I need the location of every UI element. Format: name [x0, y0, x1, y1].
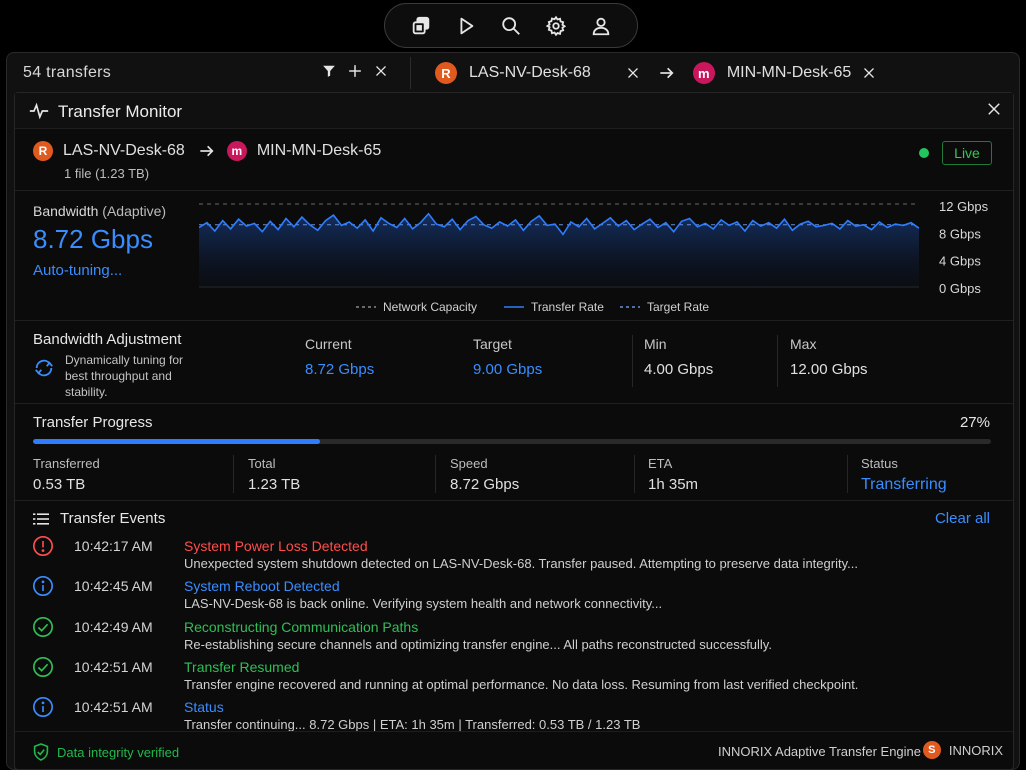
check-icon: [32, 656, 54, 678]
add-icon[interactable]: [347, 63, 363, 79]
search-icon[interactable]: [497, 12, 525, 40]
event-name: Status: [184, 699, 224, 716]
event-name: Reconstructing Communication Paths: [184, 618, 419, 635]
brand-name: INNORIX: [948, 742, 1003, 758]
pulse-icon: [29, 102, 49, 125]
divider: [410, 57, 411, 89]
event-time: 10:42:49 AM: [74, 618, 153, 635]
event-row: 10:42:17 AM System Power Loss Detected Une…: [15, 535, 1013, 575]
metric-min: Min 4.00 Gbps: [644, 336, 714, 378]
event-name: System Reboot Detected: [184, 578, 340, 595]
auto-tune-icon: [33, 357, 55, 384]
source-avatar: R: [435, 62, 457, 84]
shield-check-icon: [33, 743, 49, 761]
adjustment-description: Dynamically tuning for best throughput a…: [65, 353, 184, 399]
dest-avatar: m: [692, 62, 715, 84]
bandwidth-chart: 12 Gbps 8 Gbps 4 Gbps 0 Gbps Network Capacit…: [199, 201, 989, 314]
event-description: Unexpected system shutdown detected on L…: [184, 556, 858, 571]
progress-title: Transfer Progress: [33, 414, 153, 431]
copy-icon[interactable]: [407, 12, 435, 40]
legend-label: Network Capacity: [383, 300, 477, 314]
legend-label: Transfer Rate: [531, 300, 604, 314]
event-row: 10:42:45 AM System Reboot Detected LAS-NV-…: [15, 575, 1013, 615]
error-icon: [32, 535, 54, 557]
adjustment-title: Bandwidth Adjustment: [33, 331, 182, 348]
info-icon: [32, 696, 54, 718]
source-avatar: R: [33, 141, 53, 161]
list-icon: [33, 512, 49, 531]
y-tick-label: 0 Gbps: [939, 281, 981, 296]
dest-avatar: m: [226, 141, 247, 161]
bandwidth-label: Bandwidth (Adaptive): [33, 203, 167, 219]
user-icon[interactable]: [587, 12, 615, 40]
stat-total: Total 1.23 TB: [248, 456, 301, 493]
source-name: LAS-NV-Desk-68: [63, 142, 185, 159]
stat-transferred: Transferred 0.53 TB: [33, 456, 100, 493]
close-icon[interactable]: [373, 63, 389, 79]
info-icon: [32, 575, 54, 597]
source-name: LAS-NV-Desk-68: [469, 64, 591, 81]
event-time: 10:42:51 AM: [74, 699, 153, 716]
y-tick-label: 12 Gbps: [939, 201, 989, 214]
stat-eta: ETA 1h 35m: [648, 456, 699, 493]
stat-speed: Speed 8.72 Gbps: [450, 456, 520, 493]
monitor-header: Transfer Monitor: [15, 93, 1013, 129]
event-description: LAS-NV-Desk-68 is back online. Verifying…: [184, 596, 663, 612]
file-info: 1 file (1.23 TB): [64, 166, 150, 181]
close-monitor-icon[interactable]: [987, 102, 1001, 121]
live-badge[interactable]: Live: [942, 141, 992, 165]
event-time: 10:42:45 AM: [74, 578, 153, 595]
integrity-status: Data integrity verified: [33, 743, 179, 761]
event-name: Transfer Resumed: [184, 658, 300, 675]
brand-logo: S: [922, 741, 941, 759]
metric-max: Max 12.00 Gbps: [790, 336, 868, 378]
metric-current: Current 8.72 Gbps: [305, 336, 375, 378]
arrow-right-icon: [199, 144, 215, 158]
monitor-title: Transfer Monitor: [58, 102, 183, 121]
dest-name: MIN-MN-Desk-65: [726, 64, 852, 81]
event-description: Transfer engine recovered and running at…: [184, 676, 859, 692]
metric-target: Target 9.00 Gbps: [473, 336, 543, 378]
top-toolbar: [384, 3, 638, 48]
progress-percent: 27%: [959, 414, 990, 431]
transfer-route-tab[interactable]: R LAS-NV-Desk-68 m MIN-MN-Desk-65: [435, 61, 875, 85]
play-icon[interactable]: [452, 12, 480, 40]
legend-label: Target Rate: [647, 300, 709, 314]
engine-name: INNORIX Adaptive Transfer Engine: [717, 744, 921, 759]
progress-bar: [33, 439, 991, 444]
event-name: System Power Loss Detected: [184, 538, 368, 554]
auto-tuning-status: Auto-tuning...: [33, 262, 123, 279]
brand: S INNORIX: [922, 741, 1003, 759]
event-description: Transfer continuing... 8.72 Gbps | ETA: …: [184, 717, 641, 733]
events-title: Transfer Events: [60, 510, 166, 527]
arrow-right-icon: [659, 66, 675, 80]
event-row: 10:42:51 AM Transfer Resumed Transfer engi…: [15, 656, 1013, 696]
transfer-count: 54 transfers: [23, 64, 112, 81]
check-icon: [32, 616, 54, 638]
event-time: 10:42:51 AM: [74, 658, 153, 675]
transfer-monitor-panel: Transfer Monitor R LAS-NV-Desk-68 m MIN-…: [14, 92, 1014, 770]
gear-icon[interactable]: [542, 12, 570, 40]
event-row: 10:42:49 AM Reconstructing Communication …: [15, 616, 1013, 656]
clear-all-link[interactable]: Clear all: [935, 510, 990, 527]
y-tick-label: 4 Gbps: [939, 254, 981, 269]
live-status-dot: [919, 148, 929, 158]
monitor-route: R LAS-NV-Desk-68 m MIN-MN-Desk-65: [33, 141, 381, 161]
event-time: 10:42:17 AM: [74, 538, 153, 554]
event-description: Re-establishing secure channels and opti…: [184, 636, 772, 652]
close-dest-icon[interactable]: [863, 67, 875, 79]
filter-icon[interactable]: [321, 63, 337, 79]
progress-fill: [33, 439, 321, 444]
close-source-icon[interactable]: [627, 67, 639, 79]
y-tick-label: 8 Gbps: [939, 226, 981, 241]
stat-status: Status Transferring: [861, 456, 947, 493]
dest-name: MIN-MN-Desk-65: [256, 142, 382, 159]
bandwidth-value: 8.72 Gbps: [33, 224, 153, 254]
